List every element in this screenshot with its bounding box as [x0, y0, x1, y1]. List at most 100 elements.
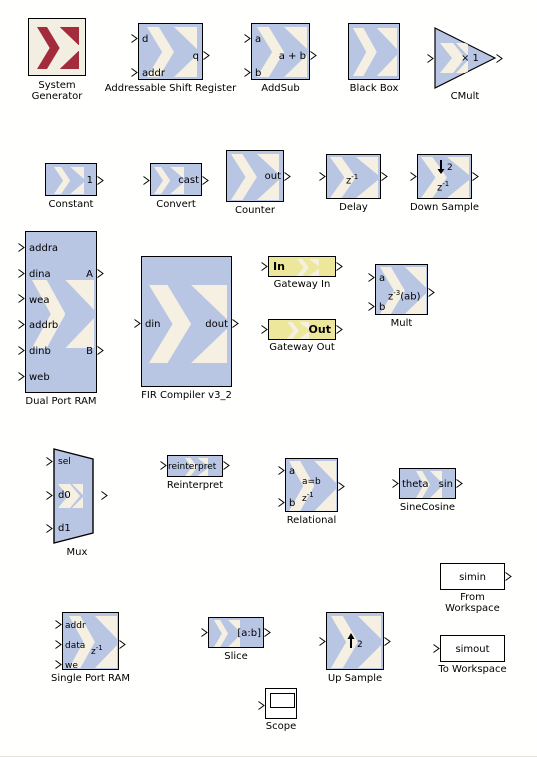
block-black-box[interactable]: Black Box [348, 23, 400, 80]
output-port-up-sample[interactable] [384, 637, 391, 646]
block-fir-compiler[interactable]: din dout FIR Compiler v3_2 [141, 256, 232, 387]
block-mux[interactable]: sel d0 d1 Mux [53, 448, 101, 544]
input-port-wea[interactable] [18, 294, 25, 303]
output-port-reinterpret[interactable] [223, 461, 230, 470]
output-port-cmult[interactable] [496, 54, 503, 63]
block-cmult[interactable]: × 1 CMult [434, 27, 496, 89]
single-port-ram-body[interactable]: addr data we z-1 [62, 612, 119, 670]
output-port-dout[interactable] [232, 319, 239, 328]
to-workspace-body[interactable]: simout [440, 635, 505, 662]
block-reinterpret[interactable]: reinterpret Reinterpret [167, 455, 223, 477]
block-delay[interactable]: z-1 Delay [326, 154, 381, 199]
input-port-addr-spr[interactable] [55, 620, 62, 629]
input-port-d[interactable] [131, 34, 138, 43]
input-port-d0[interactable] [46, 491, 53, 500]
block-up-sample[interactable]: 2 Up Sample [326, 612, 384, 670]
input-port-b-mult[interactable] [368, 302, 375, 311]
block-addsub[interactable]: a b a + b AddSub [251, 23, 310, 80]
input-port-b[interactable] [244, 68, 251, 77]
input-port-scope[interactable] [258, 701, 265, 710]
mult-body[interactable]: a b z-3(ab) [375, 264, 428, 315]
input-port-addra[interactable] [18, 243, 25, 252]
output-port-relational[interactable] [338, 482, 345, 491]
black-box-body[interactable] [348, 23, 400, 80]
cmult-body[interactable]: × 1 [434, 27, 496, 89]
block-sine-cosine[interactable]: theta sin SineCosine [399, 468, 456, 499]
input-port-cmult[interactable] [427, 54, 434, 63]
input-port-sel[interactable] [46, 457, 53, 466]
convert-body[interactable]: cast [150, 163, 202, 196]
block-to-workspace[interactable]: simout To Workspace [440, 635, 505, 662]
input-port-din[interactable] [134, 319, 141, 328]
output-port-convert[interactable] [202, 176, 209, 185]
input-port-b-relational[interactable] [278, 498, 285, 507]
addsub-body[interactable]: a b a + b [251, 23, 310, 80]
input-port-gateway-in[interactable] [261, 262, 268, 271]
reinterpret-body[interactable]: reinterpret [167, 455, 223, 477]
from-workspace-body[interactable]: simin [440, 563, 505, 590]
block-system-generator[interactable]: System Generator [28, 18, 86, 76]
block-slice[interactable]: [a:b] Slice [208, 617, 264, 648]
input-port-delay[interactable] [319, 172, 326, 181]
input-port-up-sample[interactable] [319, 637, 326, 646]
block-dual-port-ram[interactable]: addra dina wea addrb dinb web A B Dual P… [25, 231, 97, 393]
block-addressable-shift-register[interactable]: d addr q Addressable Shift Register [138, 23, 203, 80]
output-port-q[interactable] [203, 51, 210, 60]
block-down-sample[interactable]: 2 z-1 Down Sample [417, 154, 472, 199]
block-convert[interactable]: cast Convert [150, 163, 202, 196]
system-generator-body[interactable] [28, 18, 86, 76]
output-port-slice[interactable] [264, 628, 271, 637]
output-port-sin[interactable] [456, 479, 463, 488]
output-port-counter[interactable] [284, 172, 291, 181]
gateway-in-body[interactable]: In [268, 256, 336, 277]
input-port-reinterpret[interactable] [160, 461, 167, 470]
input-port-dinb[interactable] [18, 346, 25, 355]
block-mult[interactable]: a b z-3(ab) Mult [375, 264, 428, 315]
output-port-down-sample[interactable] [472, 172, 479, 181]
fir-compiler-body[interactable]: din dout [141, 256, 232, 387]
dual-port-ram-body[interactable]: addra dina wea addrb dinb web A B [25, 231, 97, 393]
input-port-addr[interactable] [131, 68, 138, 77]
input-port-a-relational[interactable] [278, 466, 285, 475]
input-port-slice[interactable] [201, 628, 208, 637]
block-from-workspace[interactable]: simin From Workspace [440, 563, 505, 590]
block-constant[interactable]: 1 Constant [45, 163, 97, 196]
input-port-convert[interactable] [143, 176, 150, 185]
block-gateway-in[interactable]: In Gateway In [268, 256, 336, 277]
constant-body[interactable]: 1 [45, 163, 97, 196]
counter-body[interactable]: out [226, 150, 284, 202]
input-port-d1[interactable] [46, 524, 53, 533]
input-port-gateway-out[interactable] [261, 325, 268, 334]
input-port-web[interactable] [18, 372, 25, 381]
block-scope[interactable]: Scope [265, 688, 297, 719]
output-port-a[interactable] [97, 269, 104, 278]
up-sample-body[interactable]: 2 [326, 612, 384, 670]
mux-body[interactable]: sel d0 d1 [53, 448, 101, 544]
input-port-theta[interactable] [392, 479, 399, 488]
addressable-shift-register-body[interactable]: d addr q [138, 23, 203, 80]
slice-body[interactable]: [a:b] [208, 617, 264, 648]
block-single-port-ram[interactable]: addr data we z-1 Single Port RAM [62, 612, 119, 670]
output-port-sum[interactable] [310, 51, 317, 60]
output-port-gateway-in[interactable] [336, 262, 343, 271]
sine-cosine-body[interactable]: theta sin [399, 468, 456, 499]
input-port-a-mult[interactable] [368, 273, 375, 282]
down-sample-body[interactable]: 2 z-1 [417, 154, 472, 199]
output-port-constant[interactable] [97, 176, 104, 185]
scope-body[interactable] [265, 688, 297, 719]
input-port-down-sample[interactable] [410, 172, 417, 181]
output-port-from-workspace[interactable] [505, 572, 512, 581]
input-port-addrb[interactable] [18, 320, 25, 329]
output-port-b[interactable] [97, 346, 104, 355]
input-port-to-workspace[interactable] [433, 644, 440, 653]
output-port-delay[interactable] [381, 172, 388, 181]
output-port-mux[interactable] [101, 491, 108, 500]
input-port-dina[interactable] [18, 269, 25, 278]
output-port-mult[interactable] [428, 288, 435, 297]
delay-body[interactable]: z-1 [326, 154, 381, 199]
input-port-data-spr[interactable] [55, 640, 62, 649]
block-counter[interactable]: out Counter [226, 150, 284, 202]
input-port-a[interactable] [244, 34, 251, 43]
input-port-we-spr[interactable] [55, 660, 62, 669]
output-port-single-port-ram[interactable] [119, 640, 126, 649]
